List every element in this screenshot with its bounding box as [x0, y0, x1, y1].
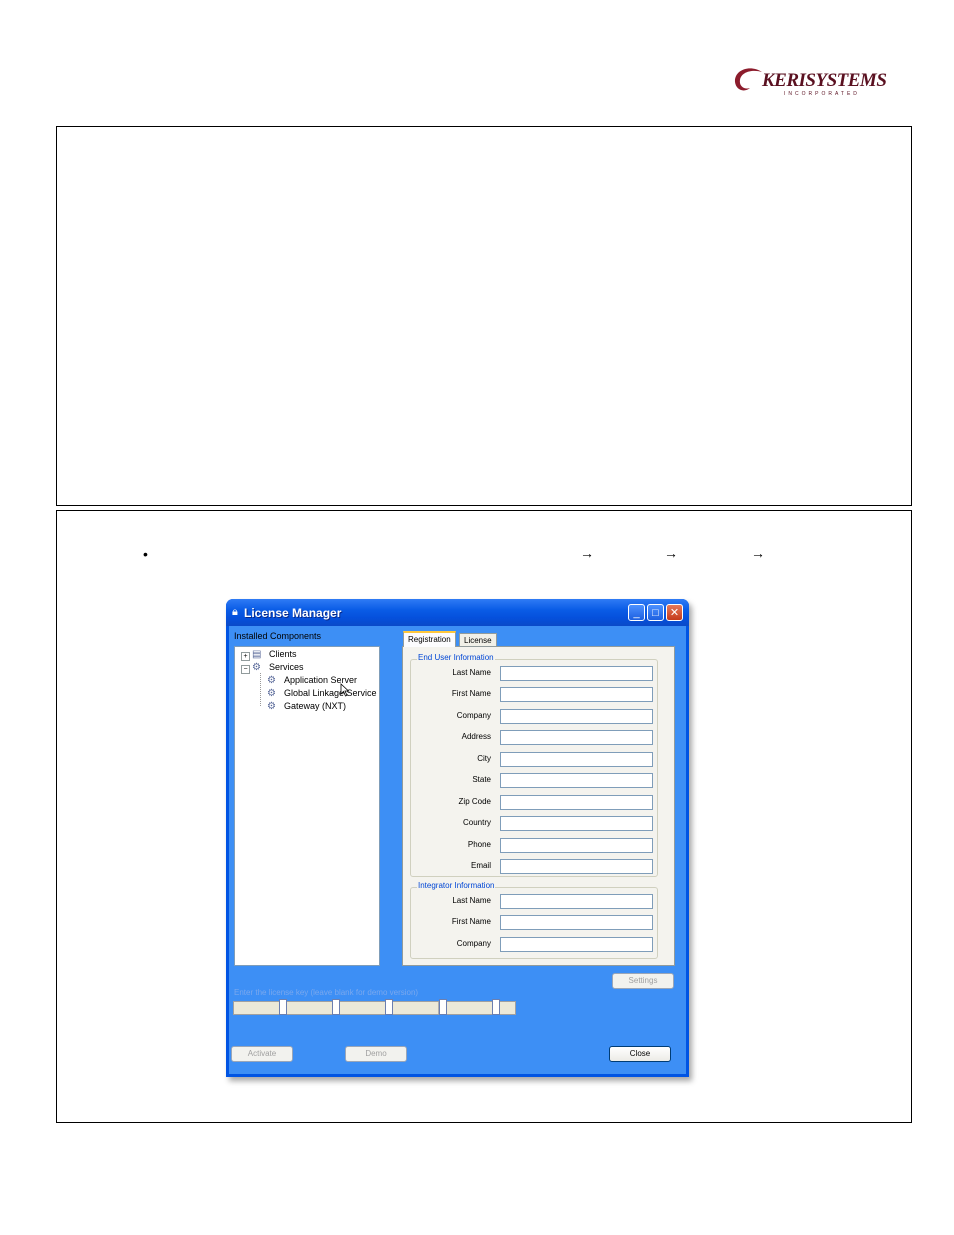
- tree-item-services[interactable]: Services: [269, 662, 304, 672]
- license-key-segment-3[interactable]: [340, 1002, 386, 1014]
- end-user-first-name-input[interactable]: [500, 687, 653, 702]
- arrow-icon: →: [751, 545, 765, 561]
- installed-components-label: Installed Components: [234, 631, 322, 641]
- maximize-button[interactable]: □: [647, 604, 664, 621]
- integrator-group-title: Integrator Information: [417, 881, 496, 890]
- key-spinner-icon[interactable]: [385, 999, 393, 1015]
- settings-button[interactable]: Settings: [612, 973, 674, 989]
- license-key-label: Enter the license key (leave blank for d…: [234, 988, 419, 997]
- arrow-icon: →: [664, 545, 678, 561]
- key-spinner-icon[interactable]: [439, 999, 447, 1015]
- demo-button[interactable]: Demo: [345, 1046, 407, 1062]
- title-bar[interactable]: 🔒︎ License Manager _ □ ✕: [226, 599, 689, 626]
- license-key-segment-1[interactable]: [234, 1002, 280, 1014]
- tab-license[interactable]: License: [459, 633, 497, 647]
- service-gear-icon: ⚙: [267, 688, 276, 699]
- field-label: City: [477, 754, 491, 763]
- license-key-segment-4[interactable]: [393, 1002, 439, 1014]
- tree-item-clients[interactable]: Clients: [269, 649, 297, 659]
- window-title: License Manager: [244, 606, 342, 620]
- license-key-segment-5[interactable]: [447, 1002, 493, 1014]
- logo-subtext: INCORPORATED: [784, 91, 860, 97]
- close-button[interactable]: Close: [609, 1046, 671, 1062]
- collapse-minus-icon[interactable]: −: [241, 665, 250, 674]
- bullet-point: •: [143, 546, 148, 562]
- field-label: Last Name: [452, 668, 491, 677]
- services-gear-icon: ⚙: [252, 662, 261, 673]
- tree-line: [260, 673, 262, 706]
- field-label: Address: [461, 732, 491, 741]
- registration-panel: End User Information Last Name First Nam…: [402, 646, 675, 966]
- integrator-last-name-input[interactable]: [500, 894, 653, 909]
- window-client-area: Installed Components + ▤ Clients − ⚙ Ser…: [229, 626, 686, 1074]
- license-key-input-group[interactable]: [233, 999, 516, 1015]
- end-user-last-name-input[interactable]: [500, 666, 653, 681]
- integrator-first-name-input[interactable]: [500, 915, 653, 930]
- components-tree[interactable]: + ▤ Clients − ⚙ Services ⚙ Application S…: [234, 646, 380, 966]
- content-box-top: [56, 126, 912, 506]
- close-window-button[interactable]: ✕: [666, 604, 683, 621]
- minimize-button[interactable]: _: [628, 604, 645, 621]
- key-spinner-icon[interactable]: [279, 999, 287, 1015]
- integrator-company-input[interactable]: [500, 937, 653, 952]
- field-label: First Name: [451, 689, 491, 698]
- field-label: Zip Code: [458, 797, 491, 806]
- end-user-address-input[interactable]: [500, 730, 653, 745]
- end-user-phone-input[interactable]: [500, 838, 653, 853]
- lock-icon: 🔒︎: [232, 606, 238, 618]
- tree-item-gateway-nxt[interactable]: Gateway (NXT): [284, 701, 346, 711]
- end-user-company-input[interactable]: [500, 709, 653, 724]
- activate-button[interactable]: Activate: [231, 1046, 293, 1062]
- end-user-group: End User Information Last Name First Nam…: [410, 653, 658, 877]
- tab-registration[interactable]: Registration: [403, 631, 456, 647]
- license-manager-window: 🔒︎ License Manager _ □ ✕ Installed Compo…: [226, 599, 689, 1077]
- end-user-zip-code-input[interactable]: [500, 795, 653, 810]
- field-label: Email: [470, 861, 491, 870]
- service-gear-icon: ⚙: [267, 675, 276, 686]
- key-spinner-icon[interactable]: [332, 999, 340, 1015]
- field-label: Company: [456, 939, 491, 948]
- logo-wordmark: KERISYSTEMS: [762, 70, 887, 91]
- field-label: Country: [462, 818, 491, 827]
- end-user-city-input[interactable]: [500, 752, 653, 767]
- key-spinner-icon[interactable]: [492, 999, 500, 1015]
- service-gear-icon: ⚙: [267, 701, 276, 712]
- integrator-group: Integrator Information Last Name First N…: [410, 881, 658, 959]
- license-key-segment-2[interactable]: [287, 1002, 333, 1014]
- field-label: Phone: [467, 840, 491, 849]
- field-label: Company: [456, 711, 491, 720]
- mouse-cursor-icon: [340, 683, 350, 697]
- end-user-group-title: End User Information: [417, 653, 495, 662]
- keri-systems-logo: KERISYSTEMS INCORPORATED: [732, 64, 887, 102]
- end-user-email-input[interactable]: [500, 859, 653, 874]
- clients-icon: ▤: [252, 649, 262, 660]
- expand-plus-icon[interactable]: +: [241, 652, 250, 661]
- end-user-country-input[interactable]: [500, 816, 653, 831]
- end-user-state-input[interactable]: [500, 773, 653, 788]
- tree-item-global-linkage-service[interactable]: Global Linkage Service: [284, 688, 377, 698]
- field-label: Last Name: [452, 896, 491, 905]
- field-label: First Name: [451, 917, 491, 926]
- arrow-icon: →: [580, 545, 594, 561]
- field-label: State: [472, 775, 491, 784]
